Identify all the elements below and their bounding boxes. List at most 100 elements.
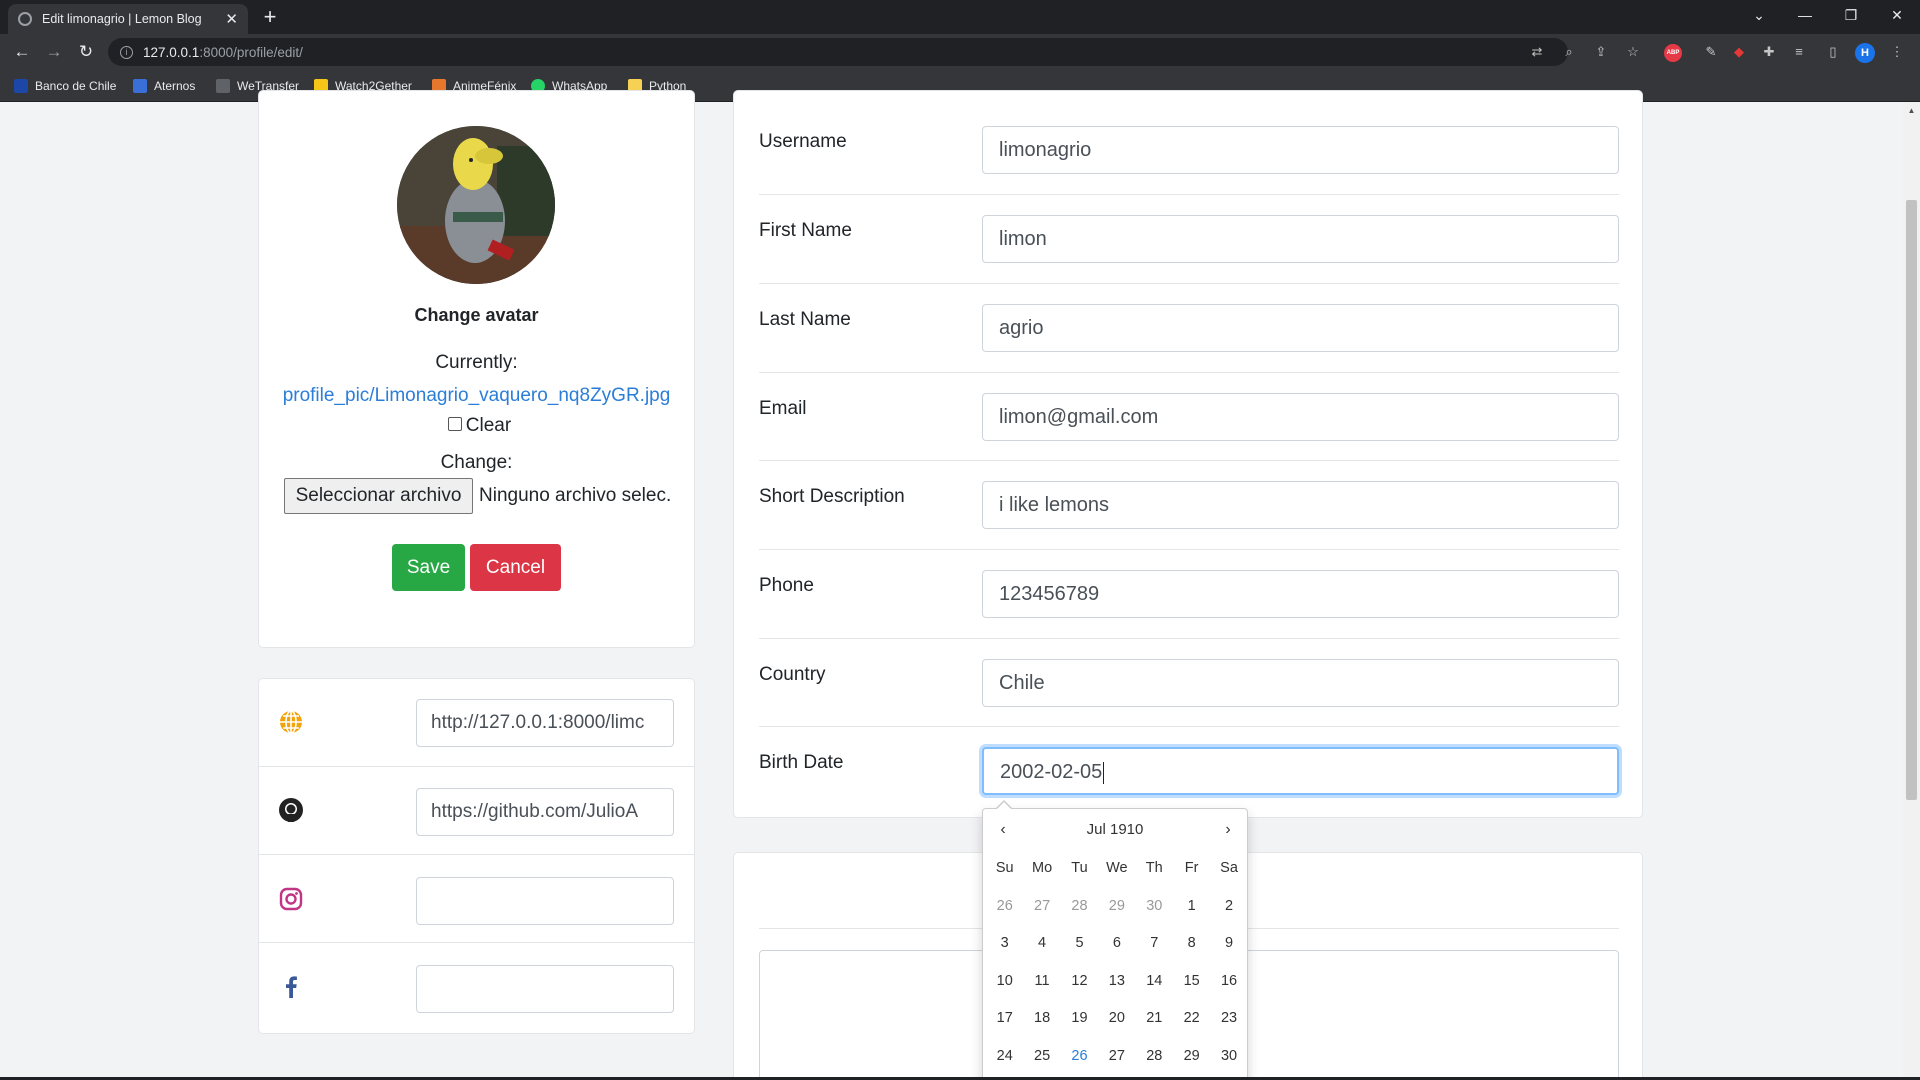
datepicker-week-row: 10 11 12 13 14 15 16 (986, 963, 1248, 1001)
day-cell[interactable]: 25 (1023, 1038, 1060, 1076)
restore-icon[interactable]: ❐ (1828, 0, 1874, 30)
dow-label: Sa (1220, 860, 1238, 876)
phone-input[interactable]: 123456789 (982, 570, 1619, 618)
save-button[interactable]: Save (392, 544, 465, 591)
day-cell[interactable]: 1 (1173, 888, 1210, 926)
tab-title: Edit limonagrio | Lemon Blog (42, 12, 202, 26)
reading-list-icon[interactable]: ≡ (1788, 42, 1810, 62)
choose-file-button[interactable]: Seleccionar archivo (284, 478, 473, 514)
form-divider (759, 726, 1619, 727)
site-info-icon[interactable]: i (120, 45, 133, 59)
browser-tab[interactable]: Edit limonagrio | Lemon Blog ✕ (8, 4, 248, 34)
github-input[interactable]: https://github.com/JulioA (416, 788, 674, 836)
phone-label: Phone (759, 575, 814, 596)
day-cell[interactable]: 29 (1098, 888, 1135, 926)
day-cell[interactable]: 15 (1173, 963, 1210, 1001)
day-cell[interactable]: 27 (1023, 888, 1060, 926)
translate-icon[interactable]: ⇄ (1526, 42, 1548, 62)
email-label: Email (759, 398, 807, 419)
day-cell[interactable]: 8 (1173, 925, 1210, 963)
current-file-block: profile_pic/Limonagrio_vaquero_nq8ZyGR.j… (280, 381, 673, 441)
datepicker-month-title[interactable]: Jul 1910 (1045, 816, 1185, 844)
day-cell[interactable]: 30 (1210, 1038, 1247, 1076)
day-cell[interactable]: 12 (1061, 963, 1098, 1001)
day-cell[interactable]: 10 (986, 963, 1023, 1001)
day-cell[interactable]: 21 (1136, 1000, 1173, 1038)
facebook-input[interactable] (416, 965, 674, 1013)
day-cell[interactable]: 22 (1173, 1000, 1210, 1038)
scroll-up-icon[interactable]: ▲ (1903, 104, 1920, 118)
bookmark-star-icon[interactable]: ☆ (1622, 42, 1644, 62)
side-panel-icon[interactable]: ▯ (1822, 42, 1844, 62)
day-cell[interactable]: 26 (986, 888, 1023, 926)
menu-kebab-icon[interactable]: ⋮ (1886, 42, 1908, 62)
bookmark-banco-de-chile[interactable]: Banco de Chile (14, 76, 116, 96)
day-cell[interactable]: 27 (1098, 1038, 1135, 1076)
datepicker-next-icon[interactable]: › (1213, 816, 1243, 844)
clear-label: Clear (465, 415, 512, 436)
scrollbar-thumb[interactable] (1906, 200, 1917, 800)
birth-date-input[interactable]: 2002-02-05 (982, 747, 1619, 795)
website-input[interactable]: http://127.0.0.1:8000/limc (416, 699, 674, 747)
instagram-input[interactable] (416, 877, 674, 925)
adblock-icon[interactable]: ABP (1664, 44, 1682, 62)
cancel-button[interactable]: Cancel (470, 544, 561, 591)
short-description-input[interactable]: i like lemons (982, 481, 1619, 529)
day-cell[interactable]: 13 (1098, 963, 1135, 1001)
back-icon[interactable]: ← (8, 39, 36, 65)
minimize-icon[interactable]: — (1782, 0, 1828, 30)
day-cell[interactable]: 7 (1136, 925, 1173, 963)
day-cell[interactable]: 9 (1210, 925, 1247, 963)
reload-icon[interactable]: ↻ (72, 39, 100, 65)
day-cell[interactable]: 11 (1023, 963, 1060, 1001)
extension-pen-icon[interactable]: ✎ (1700, 42, 1722, 62)
day-cell[interactable]: 24 (986, 1038, 1023, 1076)
day-cell[interactable]: 4 (1023, 925, 1060, 963)
day-cell[interactable]: 29 (1173, 1038, 1210, 1076)
day-cell[interactable]: 2 (1210, 888, 1247, 926)
datepicker-grid: Su Mo Tu We Th Fr Sa 26 27 28 29 30 1 2 … (986, 850, 1248, 1075)
day-cell[interactable]: 28 (1136, 1038, 1173, 1076)
datepicker-prev-icon[interactable]: ‹ (988, 816, 1018, 844)
country-label: Country (759, 664, 826, 685)
globe-icon (277, 709, 305, 737)
day-cell[interactable]: 6 (1098, 925, 1135, 963)
profile-avatar[interactable]: H (1855, 43, 1875, 63)
day-cell[interactable]: 30 (1136, 888, 1173, 926)
country-input[interactable]: Chile (982, 659, 1619, 707)
currently-label: Currently: (435, 352, 518, 373)
day-cell-today[interactable]: 26 (1061, 1038, 1098, 1076)
current-file-link[interactable]: profile_pic/Limonagrio_vaquero_nq8ZyGR.j… (283, 385, 671, 406)
forward-icon[interactable]: → (40, 39, 68, 65)
zoom-icon[interactable]: ⌕ (1558, 42, 1580, 62)
day-cell[interactable]: 17 (986, 1000, 1023, 1038)
datepicker-arrow-inner (997, 802, 1011, 809)
close-window-icon[interactable]: ✕ (1874, 0, 1920, 30)
extension-red-icon[interactable]: ◆ (1728, 42, 1750, 62)
address-bar[interactable]: i 127.0.0.1:8000/profile/edit/ (108, 38, 1568, 66)
new-tab-button[interactable]: + (256, 5, 284, 31)
day-cell[interactable]: 3 (986, 925, 1023, 963)
day-cell[interactable]: 18 (1023, 1000, 1060, 1038)
first-name-input[interactable]: limon (982, 215, 1619, 263)
day-cell[interactable]: 19 (1061, 1000, 1098, 1038)
bookmark-aternos[interactable]: Aternos (133, 76, 195, 96)
day-cell[interactable]: 28 (1061, 888, 1098, 926)
tab-close-icon[interactable]: ✕ (225, 10, 238, 28)
url-host: 127.0.0.1 (143, 44, 200, 60)
clear-checkbox[interactable] (447, 416, 462, 431)
day-cell[interactable]: 14 (1136, 963, 1173, 1001)
day-cell[interactable]: 16 (1210, 963, 1247, 1001)
form-divider (759, 460, 1619, 461)
last-name-input[interactable]: agrio (982, 304, 1619, 352)
tab-search-icon[interactable]: ⌄ (1736, 0, 1782, 30)
birth-date-value: 2002-02-05 (1000, 761, 1103, 783)
day-cell[interactable]: 5 (1061, 925, 1098, 963)
day-cell[interactable]: 23 (1210, 1000, 1247, 1038)
url-path: :8000/profile/edit/ (199, 44, 303, 60)
extensions-puzzle-icon[interactable]: ✚ (1758, 42, 1780, 62)
share-icon[interactable]: ⇪ (1590, 42, 1612, 62)
day-cell[interactable]: 20 (1098, 1000, 1135, 1038)
username-input[interactable]: limonagrio (982, 126, 1619, 174)
email-input[interactable]: limon@gmail.com (982, 393, 1619, 441)
